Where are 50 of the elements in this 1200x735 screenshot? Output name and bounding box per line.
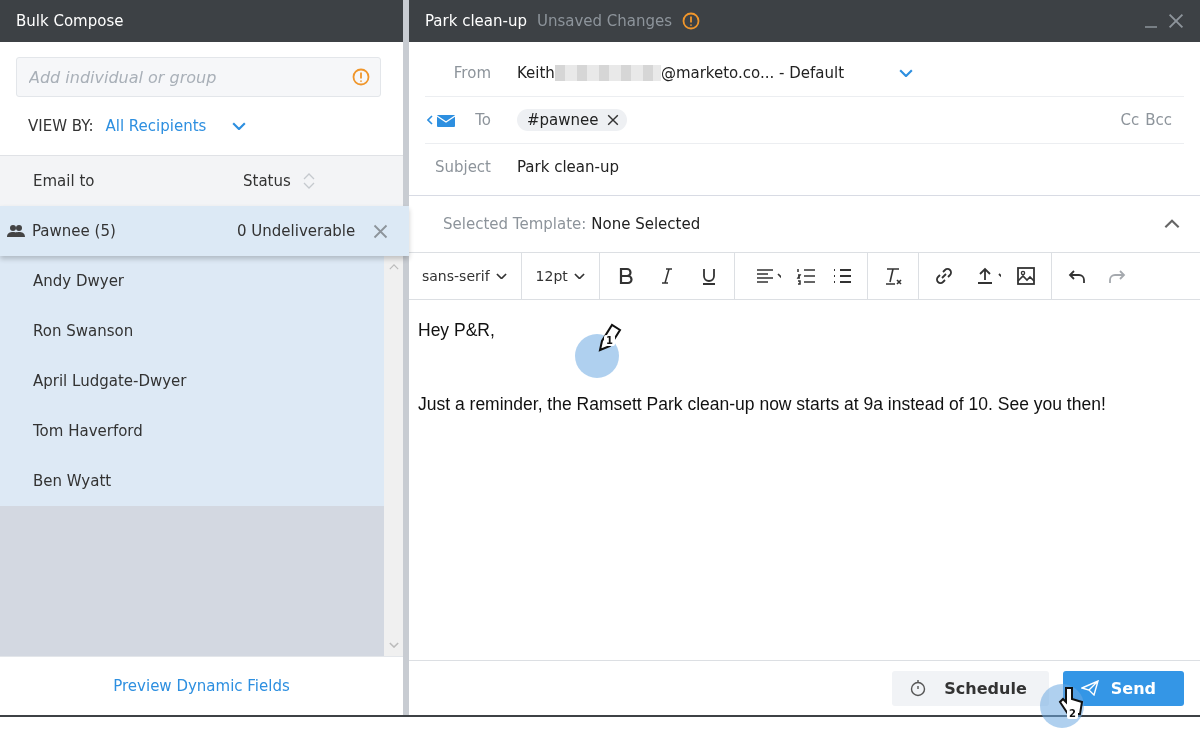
body-paragraph: Just a reminder, the Ramsett Park clean-up now starts at 9a instead of 10. See you then! (418, 394, 1106, 415)
warning-icon (682, 12, 701, 30)
chevron-down-icon (899, 68, 913, 78)
paper-plane-icon (1080, 680, 1099, 696)
step-number: 2 (1067, 708, 1078, 719)
recipient-name: Andy Dwyer (0, 256, 384, 306)
group-name: Pawnee (5) (32, 222, 117, 240)
recipient-name: Ben Wyatt (0, 456, 384, 506)
sender-name: Keith (517, 64, 555, 82)
column-header[interactable]: Email to (33, 172, 243, 190)
search-field[interactable]: Add individual or group (16, 57, 381, 97)
unsaved-status: Unsaved Changes (536, 12, 673, 30)
sender-address: @marketo.co... - Default (660, 64, 844, 82)
stopwatch-icon (910, 679, 927, 697)
chevron-up-icon[interactable] (1164, 219, 1180, 229)
remove-icon[interactable] (606, 114, 619, 126)
size-dropdown[interactable]: 12pt (535, 268, 585, 284)
step-number: 1 (604, 335, 615, 346)
panel-title: Bulk Compose (16, 12, 124, 30)
status-text: 0 Undeliverable (237, 222, 357, 240)
schedule-button[interactable]: Schedule (892, 670, 1049, 706)
recipient-chip[interactable]: #pawnee (517, 109, 627, 131)
scroll-up-icon (388, 264, 399, 270)
field-label: From (452, 64, 492, 82)
template-label: Selected Template: (443, 215, 587, 233)
subject-value[interactable]: Park clean-up (517, 158, 619, 176)
font-dropdown[interactable]: sans-serif (422, 268, 507, 284)
field-label: To (474, 111, 492, 129)
image-icon[interactable] (1014, 265, 1037, 287)
envelope-icon[interactable] (427, 112, 457, 128)
chevron-down-icon (232, 121, 247, 131)
scroll-down-icon (388, 642, 399, 648)
field-label: Subject (433, 158, 492, 176)
recipient-name: Tom Haverford (0, 406, 384, 456)
compose-title: Park clean-up (425, 12, 527, 30)
body-paragraph: Hey P&R, (418, 320, 495, 341)
scrollbar[interactable] (384, 256, 403, 656)
warning-icon (352, 68, 370, 86)
caret-icon (573, 272, 585, 280)
close-icon[interactable] (1168, 13, 1184, 29)
preview-link[interactable]: Preview Dynamic Fields (113, 677, 290, 695)
caret-icon (495, 272, 507, 280)
group-row[interactable]: Pawnee (5) 0 Undeliverable (0, 206, 409, 256)
column-header[interactable]: Status (243, 172, 303, 190)
recipient-name: April Ludgate-Dwyer (0, 356, 384, 406)
view-by-dropdown[interactable]: All Recipients (105, 117, 247, 135)
template-value: None Selected (591, 215, 702, 233)
recipient-name: Ron Swanson (0, 306, 384, 356)
view-by-label: VIEW BY: (28, 117, 94, 135)
group-icon (6, 224, 26, 238)
